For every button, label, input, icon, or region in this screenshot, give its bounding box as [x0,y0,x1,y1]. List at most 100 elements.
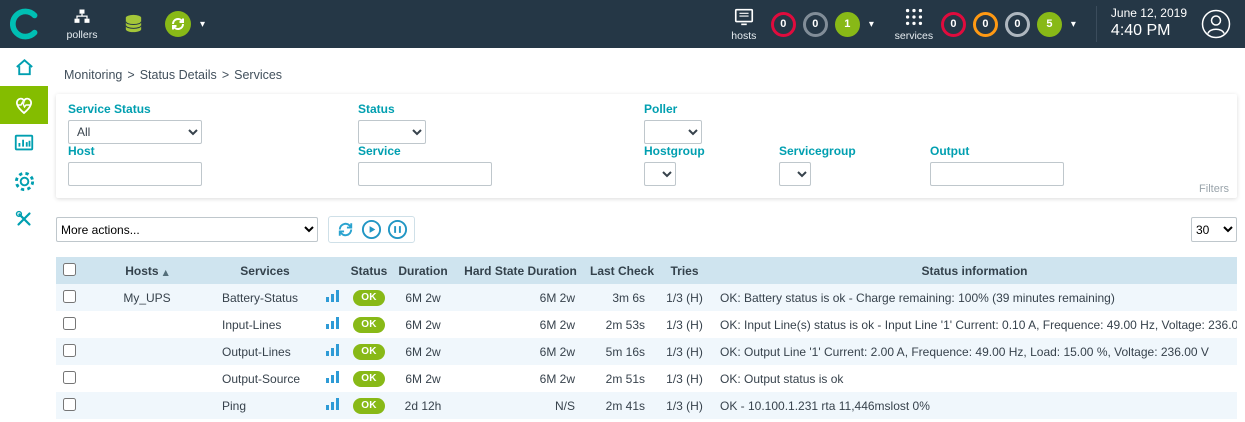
tools-icon [13,208,35,230]
host-cell[interactable] [82,311,212,338]
status-badge: OK [353,371,385,387]
more-actions-select[interactable]: More actions... [56,217,318,242]
service-cell[interactable]: Input-Lines [212,311,318,338]
host-input[interactable] [68,162,202,186]
service-status-label: Service Status [68,102,202,116]
row-checkbox[interactable] [63,344,76,357]
services-ok-badge[interactable]: 5 [1037,12,1062,37]
graph-cell[interactable] [318,284,346,311]
header-duration[interactable]: Duration [392,257,454,284]
last-check-cell: 3m 6s [587,284,657,311]
sidebar-item-reporting[interactable] [0,124,48,162]
service-label: Service [358,144,492,158]
host-cell[interactable] [82,392,212,419]
host-cell[interactable] [82,365,212,392]
header-services[interactable]: Services [212,257,318,284]
status-information-cell: OK: Output status is ok [712,365,1237,392]
table-row: Input-Lines OK 6M 2w 6M 2w 2m 53s 1/3 (H… [56,311,1237,338]
status-information-cell: OK: Output Line '1' Current: 2.00 A, Fre… [712,338,1237,365]
servicegroup-select[interactable] [779,162,811,186]
header-tries[interactable]: Tries [657,257,712,284]
sort-asc-icon: ▲ [163,268,169,277]
row-checkbox[interactable] [63,317,76,330]
header-hosts[interactable]: Hosts▲ [82,257,212,284]
services-status[interactable]: services [894,6,934,42]
poller-state-group[interactable]: ▾ [165,11,205,37]
host-cell[interactable]: My_UPS [82,284,212,311]
services-icon [903,6,925,28]
pause-button[interactable] [387,219,408,240]
service-cell[interactable]: Output-Source [212,365,318,392]
row-checkbox[interactable] [63,290,76,303]
hosts-down-badge[interactable]: 0 [771,12,796,37]
play-button[interactable] [361,219,382,240]
header-status-information[interactable]: Status information [712,257,1237,284]
header-last-check[interactable]: Last Check [587,257,657,284]
chevron-down-icon[interactable]: ▾ [1071,19,1076,30]
services-warning-badge[interactable]: 0 [973,12,998,37]
graph-cell[interactable] [318,392,346,419]
sidebar-item-configuration[interactable] [0,162,48,200]
hard-state-duration-cell: N/S [454,392,587,419]
sidebar-item-home[interactable] [0,48,48,86]
refresh-icon [335,219,356,240]
mini-graph-icon [326,344,339,356]
select-all-header[interactable] [56,257,82,284]
host-cell[interactable] [82,338,212,365]
status-cell: OK [346,284,392,311]
row-checkbox-cell [56,338,82,365]
sidebar-item-administration[interactable] [0,200,48,238]
status-cell: OK [346,338,392,365]
db-status[interactable] [122,13,145,36]
centreon-logo[interactable] [0,0,52,48]
duration-cell: 2d 12h [392,392,454,419]
page-size-select[interactable]: 30 [1191,217,1237,242]
graph-cell[interactable] [318,338,346,365]
service-status-select[interactable]: All [68,120,202,144]
chevron-down-icon[interactable]: ▾ [869,19,874,30]
profile-button[interactable] [1201,9,1231,39]
service-cell[interactable]: Output-Lines [212,338,318,365]
select-all-checkbox[interactable] [63,263,76,276]
hard-state-duration-cell: 6M 2w [454,338,587,365]
table-header-row: Hosts▲ Services Status Duration Hard Sta… [56,257,1237,284]
status-select[interactable] [358,120,426,144]
refresh-button[interactable] [335,219,356,240]
row-checkbox-cell [56,284,82,311]
row-checkbox[interactable] [63,398,76,411]
pollers-status[interactable]: pollers [62,7,102,41]
header-hard-state-duration[interactable]: Hard State Duration [454,257,587,284]
hostgroup-select[interactable] [644,162,676,186]
header-status[interactable]: Status [346,257,392,284]
duration-cell: 6M 2w [392,365,454,392]
last-check-cell: 2m 53s [587,311,657,338]
graph-cell[interactable] [318,311,346,338]
sidebar [0,48,48,422]
mini-graph-icon [326,290,339,302]
status-badge: OK [353,398,385,414]
gear-icon [13,170,36,193]
pollers-group: pollers [62,7,102,41]
output-input[interactable] [930,162,1064,186]
services-critical-badge[interactable]: 0 [941,12,966,37]
last-check-cell: 5m 16s [587,338,657,365]
row-checkbox[interactable] [63,371,76,384]
breadcrumb-item-services[interactable]: Services [234,68,282,82]
hosts-icon [733,6,755,28]
hosts-unreachable-badge[interactable]: 0 [803,12,828,37]
mini-graph-icon [326,398,339,410]
service-cell[interactable]: Ping [212,392,318,419]
services-unknown-badge[interactable]: 0 [1005,12,1030,37]
service-cell[interactable]: Battery-Status [212,284,318,311]
hosts-status[interactable]: hosts [724,6,764,42]
table-row: Ping OK 2d 12h N/S 2m 41s 1/3 (H) OK - 1… [56,392,1237,419]
poller-select[interactable] [644,120,702,144]
breadcrumb-item-status-details[interactable]: Status Details [140,68,217,82]
sidebar-item-monitoring[interactable] [0,86,48,124]
graph-cell[interactable] [318,365,346,392]
service-input[interactable] [358,162,492,186]
tries-cell: 1/3 (H) [657,284,712,311]
hosts-up-badge[interactable]: 1 [835,12,860,37]
status-information-cell: OK: Input Line(s) status is ok - Input L… [712,311,1237,338]
breadcrumb-item-monitoring[interactable]: Monitoring [64,68,122,82]
